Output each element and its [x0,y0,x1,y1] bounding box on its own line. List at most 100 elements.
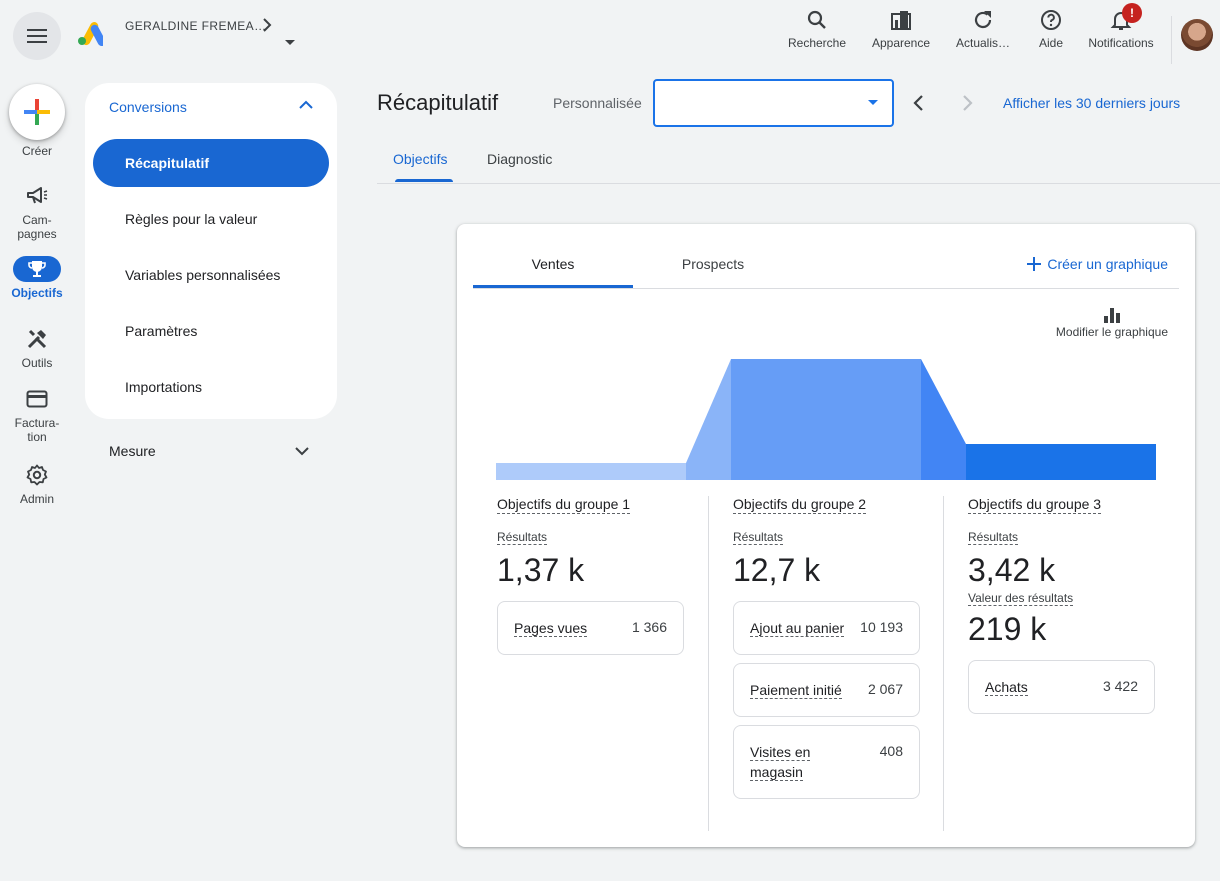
date-range-label: Personnalisée [553,95,642,111]
group-2-title[interactable]: Objectifs du groupe 2 [733,496,867,514]
refresh-label: Actualis… [955,36,1011,50]
conversion-count: 10 193 [860,619,903,635]
page-title: Récapitulatif [377,90,499,115]
notifications-button[interactable]: ! Notifications [1083,3,1159,56]
chevron-up-icon[interactable] [299,100,313,110]
nav-section-conversions[interactable]: Conversions [109,99,187,115]
chevron-down-icon[interactable] [294,443,310,459]
next-period-icon[interactable] [955,91,979,115]
rail-item-tools[interactable]: Outils [0,326,74,370]
account-dropdown-icon[interactable] [285,40,295,45]
appearance-button[interactable]: Apparence [870,8,932,56]
card-tab-leads[interactable]: Prospects [633,256,793,272]
rail-billing-label: Factura- tion [14,416,60,444]
rail-item-campaigns[interactable]: Cam- pagnes [0,183,74,241]
rail-admin-label: Admin [19,492,54,506]
funnel-transition-2-3 [921,359,966,480]
group-3-title[interactable]: Objectifs du groupe 3 [968,496,1102,514]
hamburger-icon [27,29,47,43]
goal-group-3: Objectifs du groupe 3 Résultats 3,42 k V… [968,496,1188,714]
top-bar: GERALDINE FREMEA… Recherche Apparence Ac… [0,0,1220,76]
card-tab-sales[interactable]: Ventes [473,256,633,272]
funnel-stage-1 [496,463,686,480]
date-range-select[interactable] [653,79,894,127]
group-3-value-value: 219 k [968,611,1047,647]
create-label: Créer [21,144,52,158]
notifications-label: Notifications [1088,36,1154,50]
conversion-name: Achats [985,679,1028,696]
dropdown-arrow-icon [868,100,878,105]
rail-item-admin[interactable]: Admin [0,462,74,506]
refresh-button[interactable]: Actualis… [954,8,1012,56]
create-button[interactable]: Créer [0,84,74,158]
conversion-count: 408 [879,743,903,759]
rail-item-billing[interactable]: Factura- tion [0,386,74,444]
google-ads-logo [78,22,103,46]
nav-item-imports[interactable]: Importations [93,363,329,411]
rail-objectives-label: Objectifs [11,286,63,300]
rail-tools-label: Outils [21,356,53,370]
conversion-item[interactable]: Paiement initié 2 067 [733,663,920,717]
top-divider [1171,16,1172,64]
tab-objectives[interactable]: Objectifs [393,151,447,167]
credit-card-icon [26,390,48,408]
group-3-results-value: 3,42 k [968,552,1056,588]
notification-badge: ! [1122,3,1142,23]
conversion-name: Visites en magasin [750,744,811,781]
appearance-icon [891,11,911,30]
nav-item-custom-variables[interactable]: Variables personnalisées [93,251,329,299]
conversion-item[interactable]: Pages vues 1 366 [497,601,684,655]
group-1-title[interactable]: Objectifs du groupe 1 [497,496,631,514]
tabs-divider [377,183,1220,184]
last-30-days-link[interactable]: Afficher les 30 derniers jours [1003,95,1180,111]
group-2-results-value: 12,7 k [733,552,821,588]
group-1-results-value: 1,37 k [497,552,585,588]
summary-card: Ventes Prospects Créer un graphique Modi… [457,224,1195,847]
plus-icon [24,99,50,125]
conversions-nav-panel: Conversions Récapitulatif Règles pour la… [85,83,337,419]
gear-icon [26,464,48,486]
tools-icon [27,329,47,349]
plus-icon [1027,257,1042,271]
nav-item-summary[interactable]: Récapitulatif [93,139,329,187]
help-icon [1041,10,1061,30]
funnel-stage-2 [731,359,921,480]
search-button[interactable]: Recherche [787,8,847,56]
create-chart-button[interactable]: Créer un graphique [1027,256,1168,272]
group-3-value-label[interactable]: Valeur des résultats [968,591,1074,606]
rail-campaigns-label: Cam- pagnes [17,213,57,241]
rail-item-objectives[interactable]: Objectifs [0,256,74,300]
avatar[interactable] [1181,19,1213,51]
conversion-item[interactable]: Ajout au panier 10 193 [733,601,920,655]
refresh-icon [974,11,992,29]
nav-item-value-rules[interactable]: Règles pour la valeur [93,195,329,243]
nav-item-settings[interactable]: Paramètres [93,307,329,355]
bar-chart-icon [1103,308,1120,323]
edit-chart-label: Modifier le graphique [1055,325,1168,339]
tab-diagnostic[interactable]: Diagnostic [487,151,552,167]
edit-chart-button[interactable]: Modifier le graphique [1056,307,1168,339]
create-chart-label: Créer un graphique [1047,256,1168,272]
help-button[interactable]: Aide [1036,8,1066,56]
chevron-right-icon[interactable] [262,17,272,33]
group-divider [943,496,944,831]
group-3-results-label[interactable]: Résultats [968,530,1019,545]
group-divider [708,496,709,831]
nav-section-measure[interactable]: Mesure [109,443,156,459]
appearance-label: Apparence [871,36,931,50]
active-tab-indicator [395,179,453,182]
previous-period-icon[interactable] [907,91,931,115]
group-2-results-label[interactable]: Résultats [733,530,784,545]
conversion-name: Ajout au panier [750,620,845,637]
main-menu-button[interactable] [13,12,61,60]
search-icon [807,10,826,29]
create-fab[interactable] [9,84,65,140]
conversion-name: Paiement initié [750,682,842,699]
goal-group-1: Objectifs du groupe 1 Résultats 1,37 k P… [497,496,717,655]
card-tabs-divider [473,288,1179,289]
conversion-item[interactable]: Achats 3 422 [968,660,1155,714]
group-1-results-label[interactable]: Résultats [497,530,548,545]
account-name[interactable]: GERALDINE FREMEA… [125,19,267,33]
conversion-count: 3 422 [1102,678,1138,694]
conversion-item[interactable]: Visites en magasin 408 [733,725,920,799]
